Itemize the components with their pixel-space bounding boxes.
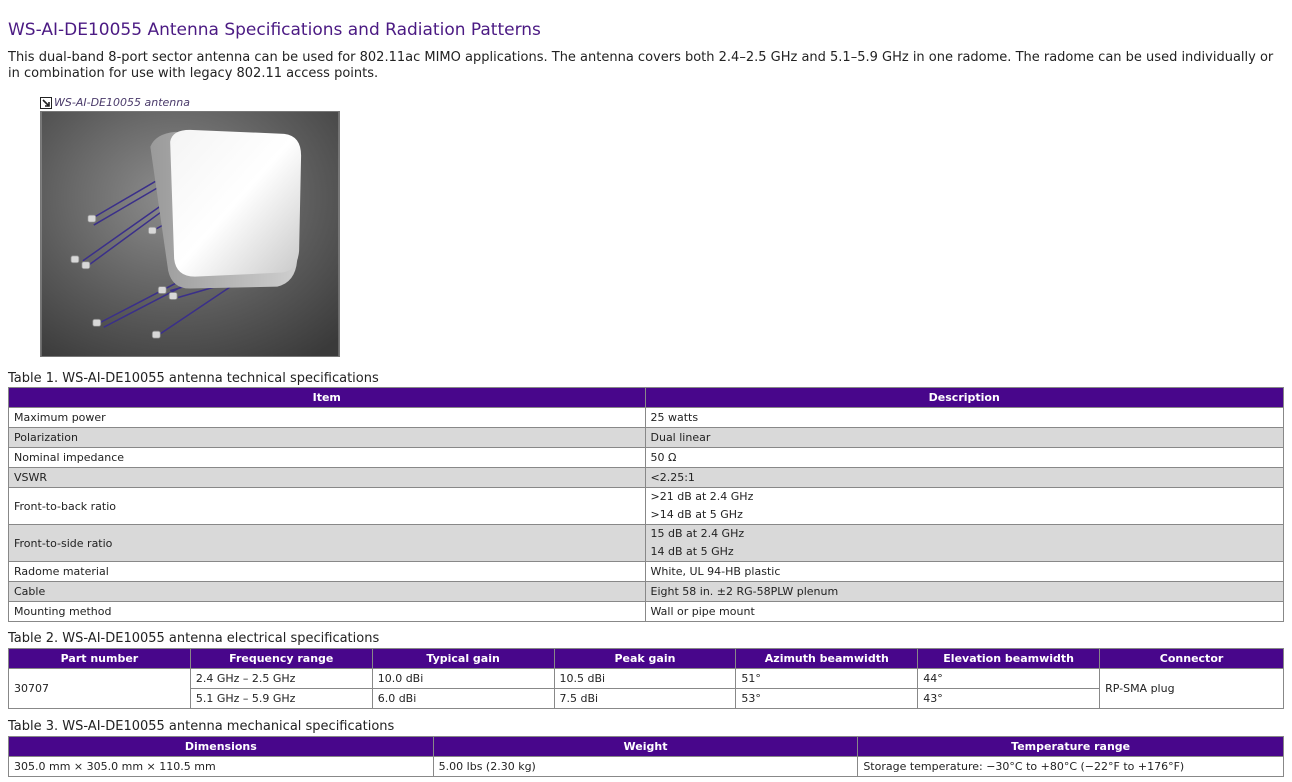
- spec-item: Nominal impedance: [8, 447, 646, 468]
- spec-description: 15 dB at 2.4 GHz 14 dB at 5 GHz: [644, 524, 1284, 562]
- spec-item: Radome material: [8, 561, 646, 582]
- table3-caption: Table 3. WS-AI-DE10055 antenna mechanica…: [8, 719, 395, 734]
- spec-item: Polarization: [8, 427, 646, 448]
- spec-item: Front-to-side ratio: [8, 524, 646, 562]
- table-row: 30707 2.4 GHz – 2.5 GHz 10.0 dBi 10.5 dB…: [8, 668, 1284, 709]
- antenna-image: [40, 111, 340, 357]
- table3-header-dimensions: Dimensions: [8, 736, 434, 757]
- spec-description: <2.25:1: [644, 467, 1284, 488]
- spec-item: Front-to-back ratio: [8, 487, 646, 525]
- spec-description: Dual linear: [644, 427, 1284, 448]
- external-link-icon: [40, 96, 52, 109]
- table1-caption: Table 1. WS-AI-DE10055 antenna technical…: [8, 371, 379, 386]
- azimuth-beamwidth-cell: 51°: [735, 668, 919, 689]
- spec-description-line: >14 dB at 5 GHz: [650, 508, 743, 521]
- typical-gain-cell: 6.0 dBi: [371, 688, 555, 709]
- azimuth-beamwidth-cell: 53°: [735, 688, 919, 709]
- table2-header-azimuth-beamwidth: Azimuth beamwidth: [735, 648, 919, 669]
- peak-gain-cell: 7.5 dBi: [553, 688, 737, 709]
- spec-description: Wall or pipe mount: [644, 601, 1284, 622]
- technical-specs-table: Item Description Maximum power 25 watts …: [8, 387, 1284, 622]
- intro-paragraph: This dual-band 8-port sector antenna can…: [8, 50, 1274, 81]
- spec-item: Maximum power: [8, 407, 646, 428]
- table-row: Front-to-back ratio >21 dB at 2.4 GHz >1…: [8, 487, 1284, 525]
- table-row: Cable Eight 58 in. ±2 RG-58PLW plenum: [8, 581, 1284, 602]
- table2-header-typical-gain: Typical gain: [371, 648, 555, 669]
- peak-gain-cell: 10.5 dBi: [553, 668, 737, 689]
- spec-item: VSWR: [8, 467, 646, 488]
- table-row: Mounting method Wall or pipe mount: [8, 601, 1284, 622]
- spec-description: >21 dB at 2.4 GHz >14 dB at 5 GHz: [644, 487, 1284, 525]
- elevation-beamwidth-cell: 43°: [917, 688, 1101, 709]
- table-row: Polarization Dual linear: [8, 427, 1284, 448]
- temperature-range-cell: Storage temperature: −30°C to +80°C (−22…: [857, 756, 1284, 777]
- table-row: Radome material White, UL 94-HB plastic: [8, 561, 1284, 582]
- page: WS-AI-DE10055 Antenna Specifications and…: [0, 0, 1292, 782]
- electrical-specs-table: Part number Frequency range Typical gain…: [8, 648, 1284, 709]
- connector-cell: RP-SMA plug: [1099, 668, 1284, 709]
- table3-header-temperature-range: Temperature range: [857, 736, 1284, 757]
- page-title: WS-AI-DE10055 Antenna Specifications and…: [8, 20, 541, 40]
- spec-item: Mounting method: [8, 601, 646, 622]
- table-row: 5.1 GHz – 5.9 GHz 6.0 dBi 7.5 dBi 53° 43…: [9, 688, 1284, 709]
- table1-header-description: Description: [644, 387, 1284, 408]
- figure-link-label: WS-AI-DE10055 antenna: [54, 96, 190, 109]
- mechanical-specs-table: Dimensions Weight Temperature range 305.…: [8, 736, 1284, 777]
- table-row: VSWR <2.25:1: [8, 467, 1284, 488]
- elevation-beamwidth-cell: 44°: [917, 668, 1101, 689]
- table-row: 305.0 mm × 305.0 mm × 110.5 mm 5.00 lbs …: [8, 756, 1284, 777]
- typical-gain-cell: 10.0 dBi: [371, 668, 555, 689]
- table2-header-elevation-beamwidth: Elevation beamwidth: [917, 648, 1101, 669]
- spec-description-line: >21 dB at 2.4 GHz: [650, 490, 754, 503]
- table-row: Nominal impedance 50 Ω: [8, 447, 1284, 468]
- dimensions-cell: 305.0 mm × 305.0 mm × 110.5 mm: [8, 756, 434, 777]
- figure-link[interactable]: WS-AI-DE10055 antenna: [40, 96, 190, 109]
- frequency-range-cell: 2.4 GHz – 2.5 GHz: [189, 668, 373, 689]
- table2-header-frequency-range: Frequency range: [189, 648, 373, 669]
- spec-description: 25 watts: [644, 407, 1284, 428]
- frequency-range-cell: 5.1 GHz – 5.9 GHz: [189, 688, 373, 709]
- table2-caption: Table 2. WS-AI-DE10055 antenna electrica…: [8, 631, 380, 646]
- table-row: Maximum power 25 watts: [8, 407, 1284, 428]
- table1-header-item: Item: [8, 387, 646, 408]
- spec-description: White, UL 94-HB plastic: [644, 561, 1284, 582]
- spec-description: Eight 58 in. ±2 RG-58PLW plenum: [644, 581, 1284, 602]
- table2-header-connector: Connector: [1099, 648, 1284, 669]
- part-number-cell: 30707: [8, 668, 191, 709]
- spec-description-line: 15 dB at 2.4 GHz: [650, 527, 745, 540]
- spec-description: 50 Ω: [644, 447, 1284, 468]
- weight-cell: 5.00 lbs (2.30 kg): [432, 756, 859, 777]
- table-row: Front-to-side ratio 15 dB at 2.4 GHz 14 …: [8, 524, 1284, 562]
- spec-item: Cable: [8, 581, 646, 602]
- spec-description-line: 14 dB at 5 GHz: [650, 545, 734, 558]
- table2-header-peak-gain: Peak gain: [553, 648, 737, 669]
- table3-header-weight: Weight: [432, 736, 859, 757]
- table2-header-part-number: Part number: [8, 648, 191, 669]
